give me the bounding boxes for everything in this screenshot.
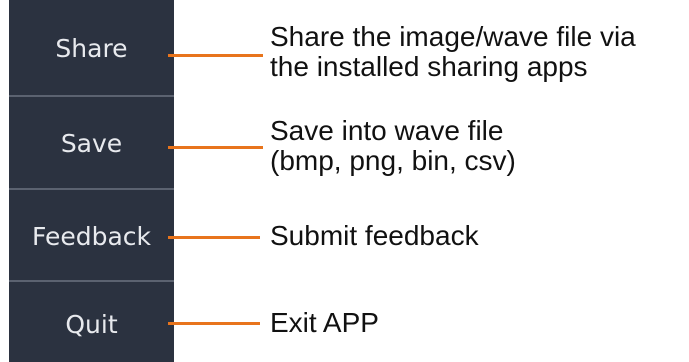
share-callout-line1: Share the image/wave file via — [270, 21, 636, 52]
save-callout-line — [168, 146, 263, 149]
quit-callout-line — [168, 322, 260, 325]
share-callout-line — [168, 54, 263, 57]
feedback-button[interactable]: Feedback — [9, 196, 174, 276]
save-callout-line2: (bmp, png, bin, csv) — [270, 145, 516, 176]
menu-divider — [9, 95, 174, 97]
menu-divider — [9, 280, 174, 282]
save-button[interactable]: Save — [9, 103, 174, 183]
share-callout: Share the image/wave file via the instal… — [270, 22, 636, 82]
feedback-label: Feedback — [31, 221, 152, 251]
quit-callout-line1: Exit APP — [270, 307, 379, 338]
feedback-callout-line1: Submit feedback — [270, 220, 479, 251]
quit-callout: Exit APP — [270, 308, 379, 338]
menu-divider — [9, 188, 174, 190]
feedback-callout: Submit feedback — [270, 221, 479, 251]
save-callout: Save into wave file (bmp, png, bin, csv) — [270, 116, 516, 176]
side-menu: Share Save Feedback Quit — [9, 0, 174, 362]
quit-label: Quit — [65, 310, 118, 339]
feedback-callout-line — [168, 236, 260, 239]
share-callout-line2: the installed sharing apps — [270, 51, 588, 82]
quit-button[interactable]: Quit — [9, 287, 174, 362]
share-label: Share — [55, 33, 128, 63]
save-label: Save — [60, 128, 123, 158]
share-button[interactable]: Share — [9, 8, 174, 88]
save-callout-line1: Save into wave file — [270, 115, 504, 146]
